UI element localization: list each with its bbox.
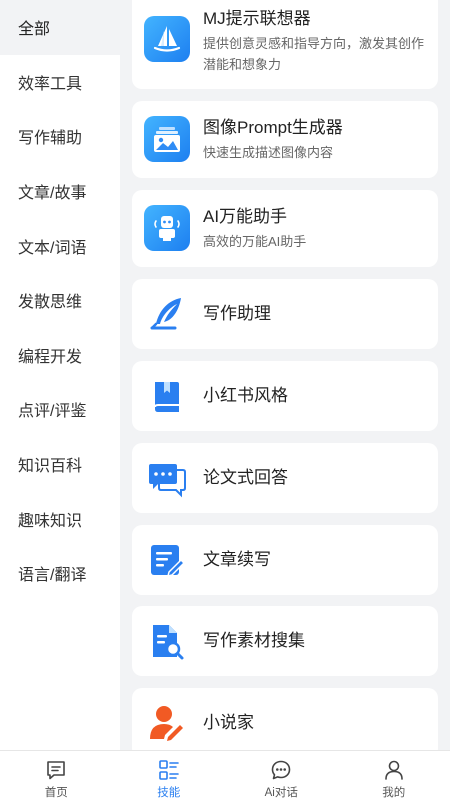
sidebar-item-label: 语言/翻译 [18, 567, 87, 585]
document-search-icon [144, 618, 190, 664]
sidebar-item-label: 文本/词语 [18, 239, 87, 257]
skill-card-writing-assistant[interactable]: 写作助理 [132, 279, 438, 349]
skill-card-image-prompt[interactable]: 图像Prompt生成器 快速生成描述图像内容 [132, 101, 438, 178]
skill-description: 快速生成描述图像内容 [203, 145, 334, 160]
sidebar-item-label: 趣味知识 [18, 512, 83, 530]
tab-label: 我的 [382, 787, 406, 799]
category-sidebar: 全部 效率工具 写作辅助 文章/故事 文本/词语 发散思维 编程开发 点评/评鉴… [0, 0, 120, 750]
message-square-icon [45, 759, 67, 781]
tab-label: 技能 [157, 787, 181, 799]
skill-title: 写作素材搜集 [203, 631, 305, 650]
skills-list-icon [158, 759, 180, 781]
tab-ai-chat[interactable]: Ai对话 [225, 751, 338, 800]
sidebar-item-label: 发散思维 [18, 294, 83, 312]
tab-home[interactable]: 首页 [0, 751, 113, 800]
sidebar-item-label: 文章/故事 [18, 185, 87, 203]
sidebar-item-label: 全部 [18, 21, 51, 39]
sidebar-item-label: 写作辅助 [18, 130, 83, 148]
skill-card-material-collection[interactable]: 写作素材搜集 [132, 606, 438, 676]
chat-bubbles-icon [144, 455, 190, 501]
skill-list: MJ提示联想器 提供创意灵感和指导方向，激发其创作潜能和想象力 图像Prompt… [120, 0, 450, 750]
skill-description: 高效的万能AI助手 [203, 234, 307, 249]
sidebar-item-fun-knowledge[interactable]: 趣味知识 [0, 491, 120, 546]
edit-document-icon [144, 537, 190, 583]
skill-title: 小红书风格 [203, 386, 288, 405]
skill-card-ai-assistant[interactable]: AI万能助手 高效的万能AI助手 [132, 190, 438, 267]
sidebar-item-all[interactable]: 全部 [0, 0, 120, 55]
sidebar-item-label: 效率工具 [18, 75, 83, 93]
sidebar-item-encyclopedia[interactable]: 知识百科 [0, 437, 120, 492]
skill-title: 写作助理 [203, 304, 271, 323]
writer-person-icon [144, 700, 190, 746]
bottom-tab-bar: 首页 技能 Ai对话 我的 [0, 750, 450, 800]
sidebar-item-writing-assist[interactable]: 写作辅助 [0, 109, 120, 164]
skill-card-essay-answer[interactable]: 论文式回答 [132, 443, 438, 513]
book-icon [144, 373, 190, 419]
sidebar-item-label: 知识百科 [18, 458, 83, 476]
sidebar-item-efficiency-tools[interactable]: 效率工具 [0, 55, 120, 110]
tab-mine[interactable]: 我的 [338, 751, 450, 800]
skill-title: 小说家 [203, 713, 254, 732]
skill-card-article-continuation[interactable]: 文章续写 [132, 525, 438, 595]
tab-label: 首页 [44, 787, 68, 799]
tab-skills[interactable]: 技能 [113, 751, 226, 800]
tab-label: Ai对话 [264, 787, 298, 799]
sidebar-item-label: 点评/评鉴 [18, 403, 87, 421]
sidebar-item-text-words[interactable]: 文本/词语 [0, 218, 120, 273]
sidebar-item-programming[interactable]: 编程开发 [0, 328, 120, 383]
robot-icon [144, 205, 190, 251]
sidebar-item-label: 编程开发 [18, 348, 83, 366]
skill-card-novelist[interactable]: 小说家 [132, 688, 438, 750]
chat-dots-icon [270, 759, 292, 781]
person-icon [383, 759, 405, 781]
skill-title: 论文式回答 [203, 468, 288, 487]
skill-title: 图像Prompt生成器 [203, 118, 343, 137]
skill-title: AI万能助手 [203, 207, 288, 226]
sidebar-item-language-translation[interactable]: 语言/翻译 [0, 546, 120, 601]
skill-title: 文章续写 [203, 550, 271, 569]
skill-card-xiaohongshu-style[interactable]: 小红书风格 [132, 361, 438, 431]
feather-pen-icon [144, 291, 190, 337]
sidebar-item-article-story[interactable]: 文章/故事 [0, 164, 120, 219]
sailboat-icon [144, 16, 190, 62]
sidebar-item-review[interactable]: 点评/评鉴 [0, 382, 120, 437]
skill-description: 提供创意灵感和指导方向，激发其创作潜能和想象力 [203, 36, 425, 72]
sidebar-item-divergent-thinking[interactable]: 发散思维 [0, 273, 120, 328]
image-gallery-icon [144, 116, 190, 162]
skill-title: MJ提示联想器 [203, 9, 311, 28]
skill-card-mj-prompt[interactable]: MJ提示联想器 提供创意灵感和指导方向，激发其创作潜能和想象力 [132, 0, 438, 89]
